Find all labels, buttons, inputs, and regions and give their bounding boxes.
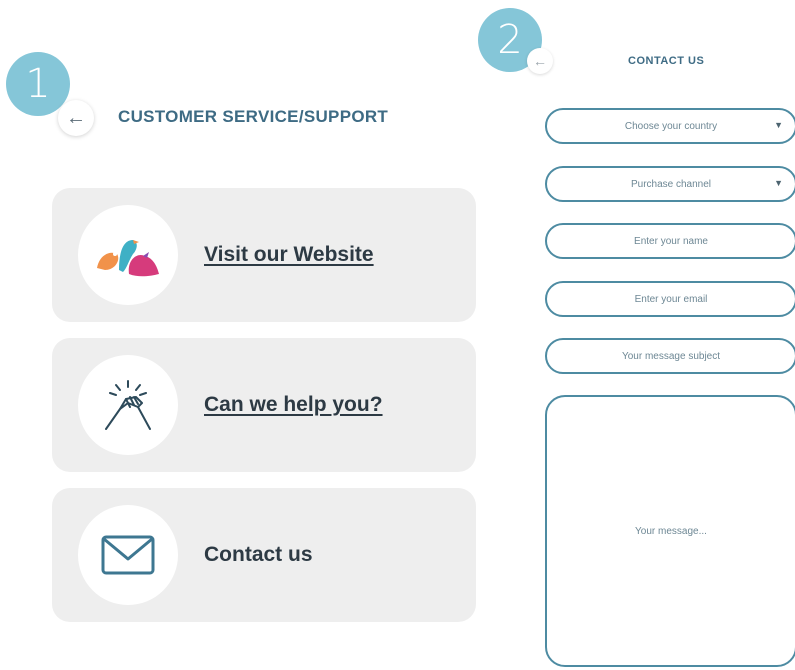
card-icon-circle [78,355,178,455]
subject-input-placeholder: Your message subject [621,350,721,362]
help-link[interactable]: Can we help you? [204,393,383,417]
handshake-icon [105,380,151,430]
customer-service-screen: ← CUSTOMER SERVICE/SUPPORT Visit our Web… [0,0,500,670]
purchase-channel-select-value: Purchase channel [630,178,712,190]
arrow-left-icon: ← [533,53,547,69]
arrow-left-icon: ← [66,106,86,129]
envelope-icon [101,535,155,575]
page-title: CUSTOMER SERVICE/SUPPORT [118,107,389,126]
contact-us-screen: ← CONTACT US Choose your country ▼ Purch… [500,0,795,670]
name-input[interactable]: Enter your name [545,223,795,259]
page-title: CONTACT US [628,55,705,67]
message-textarea[interactable]: Your message... [545,395,795,667]
subject-input[interactable]: Your message subject [545,338,795,374]
country-select-value: Choose your country [624,120,718,132]
help-card[interactable]: Can we help you? [52,338,476,472]
caret-down-icon: ▼ [774,178,783,188]
contact-us-card[interactable]: Contact us [52,488,476,622]
birds-logo-icon [97,240,159,277]
email-input[interactable]: Enter your email [545,281,795,317]
country-select[interactable]: Choose your country ▼ [545,108,795,144]
email-input-placeholder: Enter your email [634,293,708,305]
card-icon-circle [78,205,178,305]
message-textarea-placeholder: Your message... [635,525,707,537]
back-button[interactable]: ← [58,100,94,136]
name-input-placeholder: Enter your name [634,235,708,247]
caret-down-icon: ▼ [774,120,783,130]
back-button[interactable]: ← [527,48,553,74]
purchase-channel-select[interactable]: Purchase channel ▼ [545,166,795,202]
contact-us-label: Contact us [204,543,313,566]
card-icon-circle [78,505,178,605]
visit-website-link[interactable]: Visit our Website [204,243,374,267]
visit-website-card[interactable]: Visit our Website [52,188,476,322]
